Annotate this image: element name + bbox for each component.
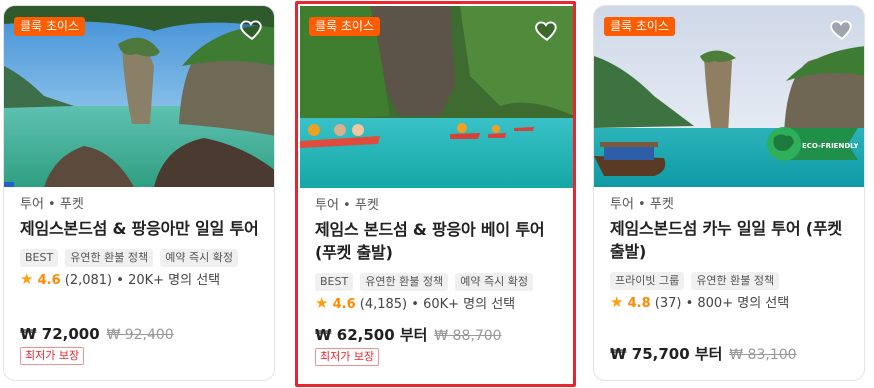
location-label: 투어 • 푸켓 xyxy=(20,197,84,212)
review-count: (4,185) xyxy=(359,297,408,312)
rating-row: ★ 4.6 (2,081) • 20K+ 명의 선택 xyxy=(20,270,262,290)
booked-count: • 20K+ 명의 선택 xyxy=(116,273,221,288)
original-price: ₩ 88,700 xyxy=(434,328,502,344)
original-price: ₩ 92,400 xyxy=(106,327,174,343)
product-title[interactable]: 제임스본드섬 카누 일일 투어 (푸켓 출발) xyxy=(610,217,852,263)
heart-icon[interactable] xyxy=(239,16,265,42)
tag-private-group: 프라이빗 그룹 xyxy=(610,272,685,290)
lowest-price-guarantee-badge: 최저가 보장 xyxy=(20,347,85,365)
location-label: 투어 • 푸켓 xyxy=(610,197,674,212)
price-row: ₩ 75,700 부터 ₩ 83,100 xyxy=(610,344,797,365)
price-row: ₩ 72,000 ₩ 92,400 xyxy=(20,324,174,345)
original-price: ₩ 83,100 xyxy=(729,347,797,363)
klook-choice-badge: 클룩 초이스 xyxy=(14,17,86,36)
rating-score: 4.6 xyxy=(332,297,356,312)
booked-count: • 60K+ 명의 선택 xyxy=(411,297,516,312)
booked-count: • 800+ 명의 선택 xyxy=(685,296,790,311)
current-price: ₩ 75,700 부터 xyxy=(610,345,723,363)
product-card-2[interactable]: 클룩 초이스 투어 • 푸켓 제임스 본드섬 & 팡응아 베이 투어 (푸켓 출… xyxy=(295,1,576,387)
tag-flexible-refund: 유연한 환불 정책 xyxy=(360,273,449,291)
klook-choice-badge: 클룩 초이스 xyxy=(309,17,381,36)
tag-best: BEST xyxy=(315,273,354,291)
current-price: ₩ 72,000 xyxy=(20,325,100,343)
rating-score: 4.6 xyxy=(37,273,61,288)
tag-list: BEST 유연한 환불 정책 예약 즉시 확정 xyxy=(315,270,561,291)
heart-icon[interactable] xyxy=(829,16,855,42)
tag-instant-confirm: 예약 즉시 확정 xyxy=(160,249,238,267)
review-count: (2,081) xyxy=(64,273,113,288)
rating-score: 4.8 xyxy=(627,296,651,311)
klook-choice-badge: 클룩 초이스 xyxy=(604,17,676,36)
star-icon: ★ xyxy=(20,270,34,288)
lowest-price-guarantee-badge: 최저가 보장 xyxy=(315,348,380,366)
product-card-1[interactable]: 클룩 초이스 투어 • 푸켓 제임스본드섬 & 팡응아만 일일 투어 BEST … xyxy=(3,5,275,381)
tag-flexible-refund: 유연한 환불 정책 xyxy=(691,272,780,290)
tag-instant-confirm: 예약 즉시 확정 xyxy=(455,273,533,291)
star-icon: ★ xyxy=(610,293,624,311)
location-label: 투어 • 푸켓 xyxy=(315,198,379,213)
rating-row: ★ 4.8 (37) • 800+ 명의 선택 xyxy=(610,293,852,313)
current-price: ₩ 62,500 부터 xyxy=(315,326,428,344)
tag-list: BEST 유연한 환불 정책 예약 즉시 확정 xyxy=(20,246,262,267)
product-title[interactable]: 제임스 본드섬 & 팡응아 베이 투어 (푸켓 출발) xyxy=(315,218,561,264)
product-card-3[interactable]: 클룩 초이스 ECO-FRIENDLY TOUR 투어 • 푸켓 제임스본드섬 … xyxy=(593,5,865,381)
review-count: (37) xyxy=(654,296,682,311)
eco-friendly-logo: ECO-FRIENDLY TOUR xyxy=(767,127,858,161)
tag-list: 프라이빗 그룹 유연한 환불 정책 xyxy=(610,269,852,290)
rating-row: ★ 4.6 (4,185) • 60K+ 명의 선택 xyxy=(315,294,561,314)
tag-flexible-refund: 유연한 환불 정책 xyxy=(65,249,154,267)
star-icon: ★ xyxy=(315,294,329,312)
price-row: ₩ 62,500 부터 ₩ 88,700 xyxy=(315,325,502,346)
product-title[interactable]: 제임스본드섬 & 팡응아만 일일 투어 xyxy=(20,217,262,240)
tag-best: BEST xyxy=(20,249,59,267)
heart-icon[interactable] xyxy=(534,17,560,43)
eco-logo-text: ECO-FRIENDLY TOUR xyxy=(802,142,858,150)
